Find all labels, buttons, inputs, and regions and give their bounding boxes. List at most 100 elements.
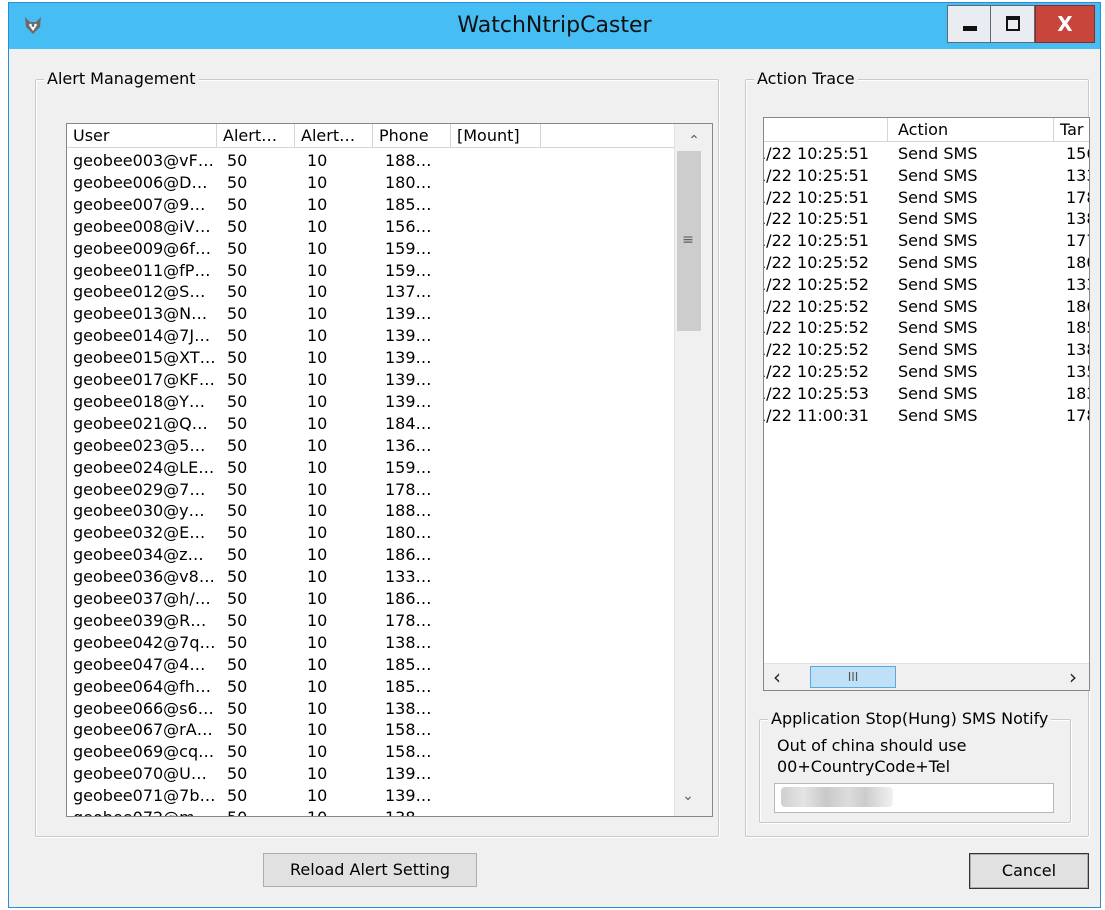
col-alert-1-header[interactable]: Alert… [217,124,295,148]
table-row[interactable]: geobee018@Y… 50 10 139… [67,391,673,413]
col-user-cell: geobee008@iV… [73,216,211,236]
col-user-cell: geobee072@m… [73,807,211,816]
table-row[interactable]: geobee071@7b… 50 10 139… [67,785,673,807]
col-mount-header[interactable]: [Mount] [451,124,541,148]
table-row[interactable]: geobee034@z… 50 10 186… [67,544,673,566]
col-time-cell: 1/22 10:25:52 [763,296,869,316]
col-alert-2-cell: 10 [307,282,328,302]
list-item[interactable]: 1/22 10:25:51 Send SMS 177 [764,230,1089,252]
col-user-header[interactable]: User [67,124,217,148]
title-bar[interactable]: WatchNtripCaster X [9,3,1100,49]
list-item[interactable]: 1/22 10:25:51 Send SMS 138 [764,208,1089,230]
col-phone-cell: 139… [385,304,432,324]
chevron-left-icon[interactable]: ‹ [766,666,788,688]
col-user-cell: geobee012@S… [73,282,206,302]
col-phone-cell: 156… [385,216,432,236]
chevron-right-icon[interactable]: › [1062,666,1084,688]
col-user-cell: geobee021@Q… [73,413,208,433]
col-alert-1-cell: 50 [227,216,248,236]
list-item[interactable]: 1/22 10:25:51 Send SMS 178 [764,187,1089,209]
table-row[interactable]: geobee069@cq… 50 10 158… [67,741,673,763]
list-item[interactable]: 1/22 10:25:53 Send SMS 183 [764,383,1089,405]
table-row[interactable]: geobee023@5… 50 10 136… [67,435,673,457]
col-target-header[interactable]: Tar [1054,118,1089,142]
col-phone-cell: 159… [385,238,432,258]
sms-notify-phone-field[interactable] [774,783,1054,813]
table-row[interactable]: geobee030@y… 50 10 188… [67,500,673,522]
list-item[interactable]: 1/22 10:25:52 Send SMS 135 [764,361,1089,383]
maximize-icon [1006,16,1020,31]
list-item[interactable]: 1/22 10:25:52 Send SMS 138 [764,339,1089,361]
alert-list-vscrollbar[interactable]: ⌃ ≡ ⌄ [674,124,712,816]
col-alert-2-cell: 10 [307,742,328,762]
table-row[interactable]: geobee072@m… 50 10 138… [67,807,673,816]
table-row[interactable]: geobee066@s6… 50 10 138… [67,698,673,720]
col-target-cell: 183 [1066,383,1089,403]
list-item[interactable]: 1/22 10:25:52 Send SMS 133 [764,274,1089,296]
minimize-button[interactable] [947,5,991,43]
table-row[interactable]: geobee003@vF… 50 10 188… [67,150,673,172]
table-row[interactable]: geobee015@XT… 50 10 139… [67,347,673,369]
reload-alert-setting-button[interactable]: Reload Alert Setting [263,853,477,887]
col-time-cell: 1/22 10:25:51 [763,165,869,185]
col-phone-cell: 178… [385,610,432,630]
chevron-down-icon[interactable]: ⌄ [675,788,701,810]
table-row[interactable]: geobee036@v8… 50 10 133… [67,566,673,588]
col-time-cell: 1/22 10:25:51 [763,209,869,229]
list-item[interactable]: 1/22 11:00:31 Send SMS 178 [764,405,1089,427]
table-row[interactable]: geobee070@U… 50 10 139… [67,763,673,785]
table-row[interactable]: geobee021@Q… 50 10 184… [67,413,673,435]
table-row[interactable]: geobee029@7… 50 10 178… [67,479,673,501]
table-row[interactable]: geobee067@rA… 50 10 158… [67,719,673,741]
table-row[interactable]: geobee017@KF… 50 10 139… [67,369,673,391]
col-alert-2-cell: 10 [307,654,328,674]
table-row[interactable]: geobee037@h/… 50 10 186… [67,588,673,610]
col-action-header[interactable]: Action [888,118,1054,142]
redacted-phone [781,787,893,807]
list-item[interactable]: 1/22 10:25:52 Send SMS 180 [764,252,1089,274]
trace-hscrollbar[interactable]: ‹ III › [764,663,1089,690]
col-phone-cell: 184… [385,413,432,433]
col-time-cell: 1/22 10:25:51 [763,187,869,207]
chevron-up-icon[interactable]: ⌃ [675,128,712,150]
col-alert-1-cell: 50 [227,720,248,740]
col-alert-1-cell: 50 [227,676,248,696]
table-row[interactable]: geobee007@9… 50 10 185… [67,194,673,216]
col-phone-cell: 185… [385,654,432,674]
table-row[interactable]: geobee032@E… 50 10 180… [67,522,673,544]
table-row[interactable]: geobee008@iV… 50 10 156… [67,216,673,238]
table-row[interactable]: geobee011@fP… 50 10 159… [67,260,673,282]
maximize-button[interactable] [991,5,1035,43]
list-item[interactable]: 1/22 10:25:51 Send SMS 133 [764,165,1089,187]
list-item[interactable]: 1/22 10:25:52 Send SMS 186 [764,296,1089,318]
table-row[interactable]: geobee047@4… 50 10 185… [67,654,673,676]
table-row[interactable]: geobee013@N… 50 10 139… [67,303,673,325]
col-phone-cell: 188… [385,501,432,521]
list-item[interactable]: 1/22 10:25:52 Send SMS 185 [764,317,1089,339]
col-alert-1-cell: 50 [227,282,248,302]
col-alert-1-cell: 50 [227,172,248,192]
table-row[interactable]: geobee009@6f… 50 10 159… [67,238,673,260]
table-row[interactable]: geobee039@R… 50 10 178… [67,610,673,632]
table-row[interactable]: geobee042@7q… 50 10 138… [67,632,673,654]
col-phone-cell: 133… [385,567,432,587]
col-alert-2-cell: 10 [307,391,328,411]
table-row[interactable]: geobee012@S… 50 10 137… [67,281,673,303]
table-row[interactable]: geobee006@D… 50 10 180… [67,172,673,194]
col-alert-1-cell: 50 [227,326,248,346]
trace-hscroll-thumb[interactable]: III [810,666,896,688]
col-alert-2-header[interactable]: Alert… [295,124,373,148]
col-phone-header[interactable]: Phone [373,124,451,148]
minimize-icon [963,26,977,31]
cancel-button[interactable]: Cancel [969,853,1089,889]
table-row[interactable]: geobee024@LE… 50 10 159… [67,457,673,479]
col-alert-1-cell: 50 [227,457,248,477]
table-row[interactable]: geobee014@7J… 50 10 139… [67,325,673,347]
table-row[interactable]: geobee064@fh… 50 10 185… [67,676,673,698]
col-action-cell: Send SMS [898,144,978,163]
col-time-header[interactable] [764,118,888,142]
action-trace-list[interactable]: ActionTar 1/22 10:25:51Send SMS1561/22 1… [763,117,1090,691]
list-item[interactable]: 1/22 10:25:51 Send SMS 156 [764,143,1089,165]
alert-user-list[interactable]: User Alert… Alert… Phone [Mount] geobee003@v… [66,123,713,817]
close-button[interactable]: X [1035,5,1095,43]
